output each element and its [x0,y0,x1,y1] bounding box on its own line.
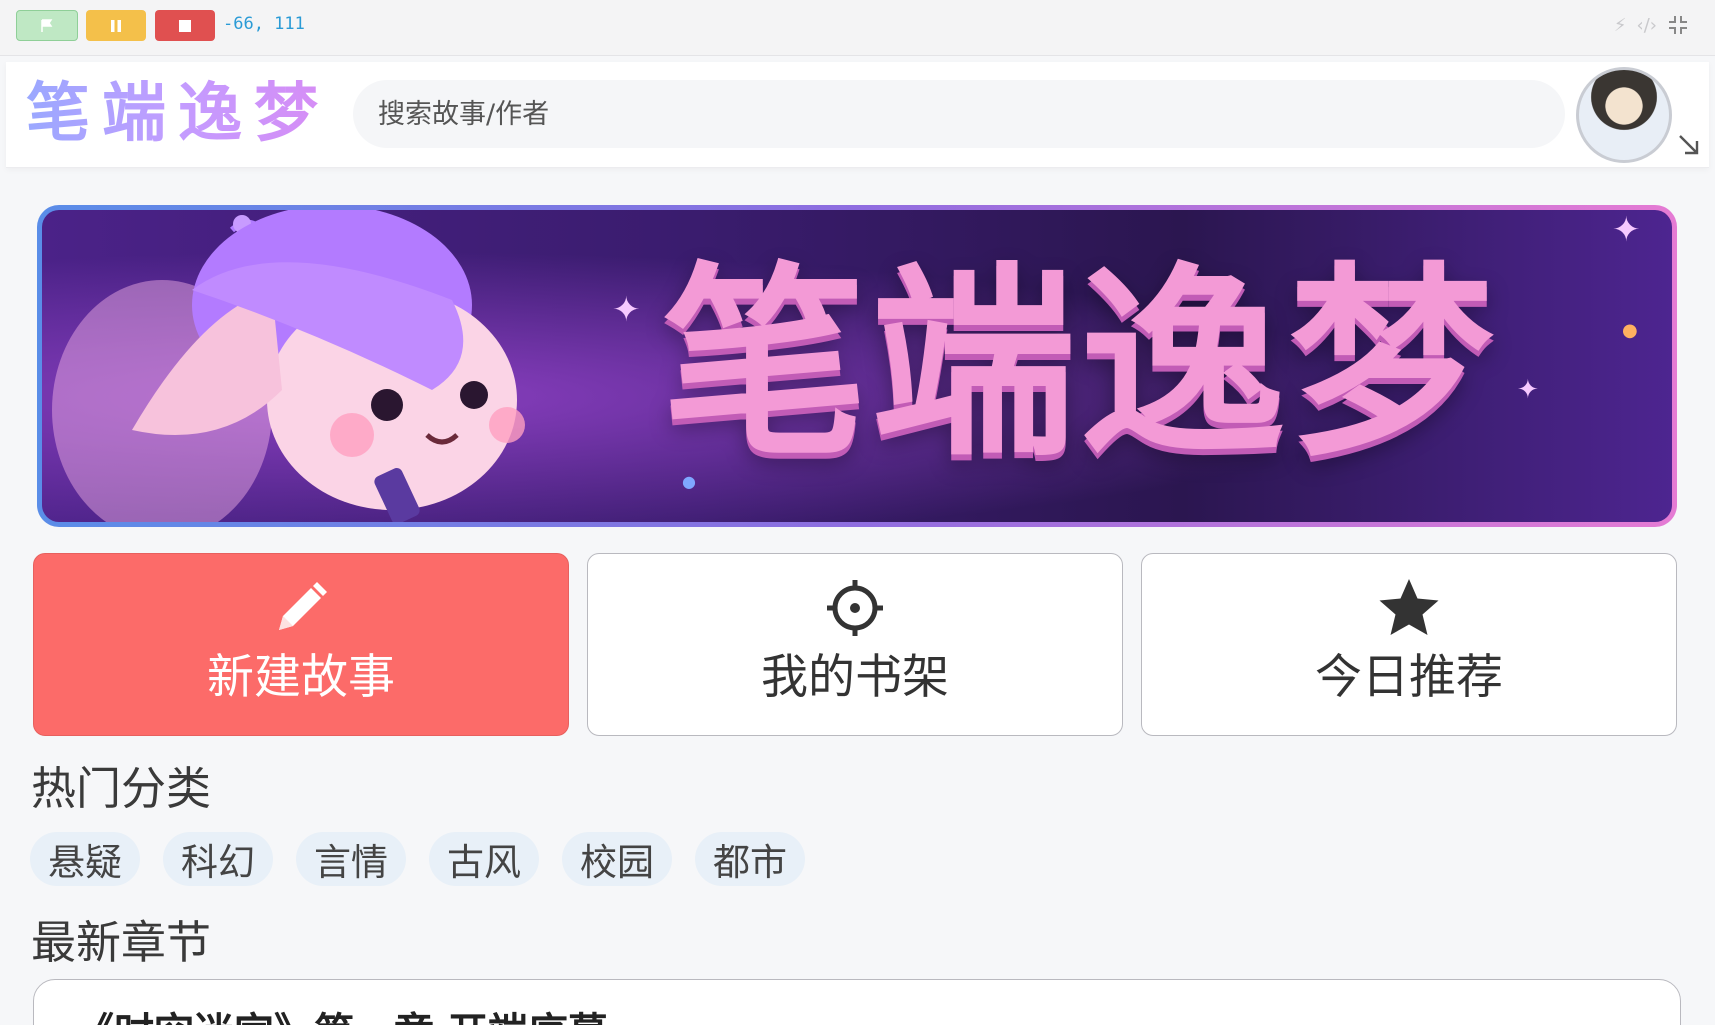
card-label: 今日推荐 [1315,650,1503,705]
pause-icon [111,19,121,32]
chapter-title: 《时空迷宫》第一章 开端序幕 [74,1000,608,1025]
search-box[interactable] [353,80,1565,148]
coordinate-readout: -66, 111 [223,14,305,34]
card-label: 我的书架 [761,650,949,705]
banner-image: 笔端逸梦 ✦ ✦ ✦ ● ● [42,210,1672,522]
app-logo[interactable]: 笔端逸梦 [26,74,330,154]
stop-icon [179,19,191,32]
category-tag[interactable]: 都市 [695,832,805,886]
category-tag[interactable]: 悬疑 [30,832,140,886]
card-label: 新建故事 [207,650,395,705]
control-bar: -66, 111 ⚡ ‹/› [0,0,1715,56]
my-bookshelf-button[interactable]: 我的书架 [587,553,1123,736]
search-input[interactable] [378,80,1538,148]
new-story-button[interactable]: 新建故事 [33,553,569,736]
chapter-card[interactable]: 《时空迷宫》第一章 开端序幕 [33,979,1681,1025]
control-tools: ⚡ ‹/› [1614,14,1689,36]
app-header: 笔端逸梦 [6,62,1709,168]
flag-button[interactable] [16,10,78,41]
pencil-icon [269,576,333,640]
target-icon [823,576,887,640]
category-tags: 悬疑 科幻 言情 古风 校园 都市 [30,832,805,886]
daily-recommend-button[interactable]: 今日推荐 [1141,553,1677,736]
hero-banner[interactable]: 笔端逸梦 ✦ ✦ ✦ ● ● [37,205,1677,527]
sparkle-icon: ✦ [1612,210,1641,250]
latest-chapters-title: 最新章节 [31,916,212,969]
category-tag[interactable]: 言情 [296,832,406,886]
avatar[interactable] [1576,67,1672,163]
sparkle-icon: ✦ [612,290,641,330]
flag-icon [41,18,53,32]
hot-categories-title: 热门分类 [31,762,212,815]
sparkle-icon: ✦ [1517,375,1539,405]
collapse-icon[interactable] [1667,14,1689,36]
stop-button[interactable] [155,10,215,41]
code-icon[interactable]: ‹/› [1637,15,1657,36]
sparkle-icon: ● [1622,320,1638,341]
sparkle-icon: ● [682,472,696,491]
pause-button[interactable] [86,10,146,41]
star-icon [1377,576,1441,640]
resize-icon[interactable] [1676,132,1702,158]
banner-title: 笔端逸梦 [662,246,1498,484]
bolt-icon[interactable]: ⚡ [1614,15,1627,36]
category-tag[interactable]: 古风 [429,832,539,886]
fairy-mascot-illustration [52,210,525,522]
category-tag[interactable]: 科幻 [163,832,273,886]
category-tag[interactable]: 校园 [562,832,672,886]
